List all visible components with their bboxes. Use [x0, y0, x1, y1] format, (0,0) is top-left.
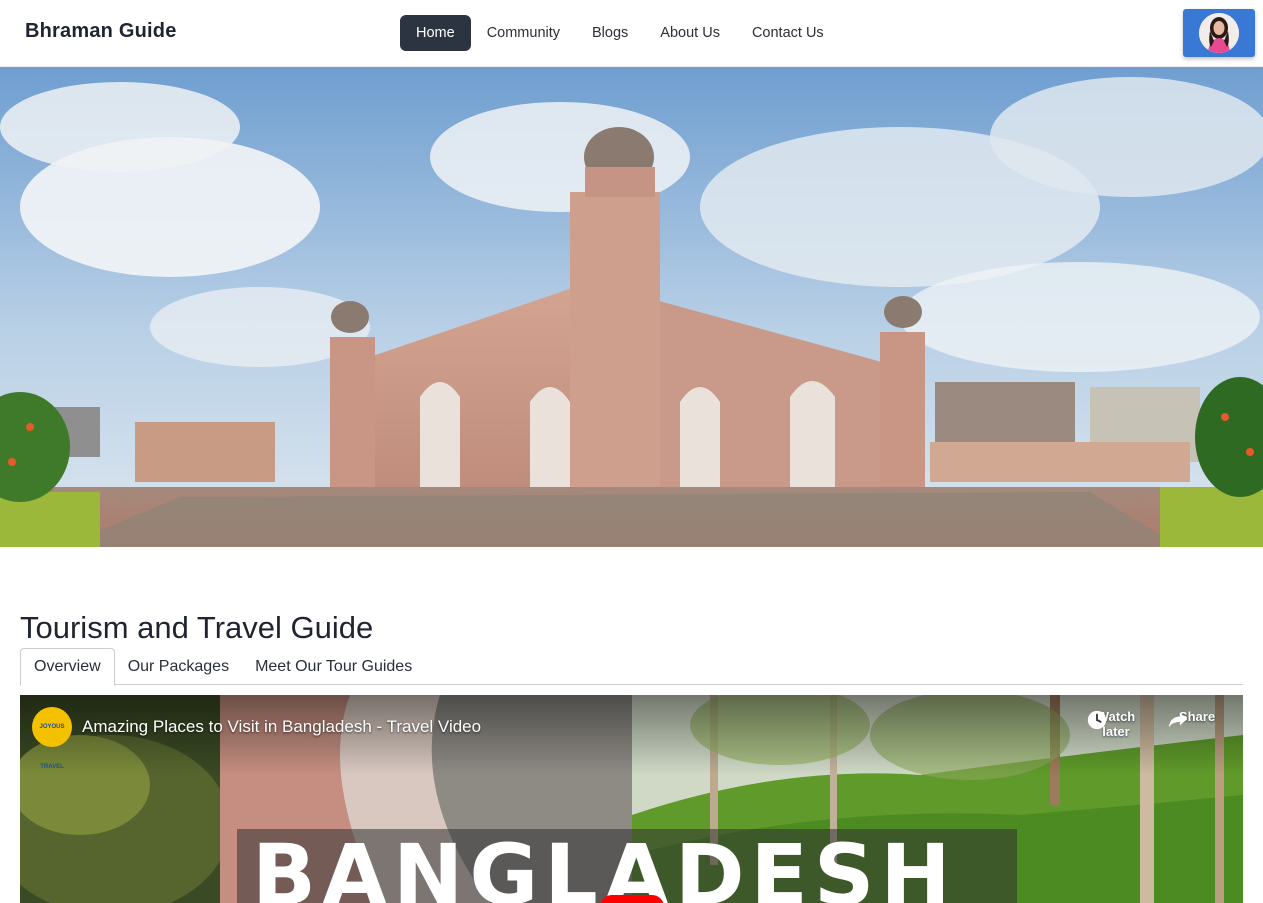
clock-icon [1087, 710, 1107, 730]
video-banner-text: BANGLADESH [252, 826, 957, 903]
user-avatar [1199, 13, 1239, 53]
guide-tabs: Overview Our Packages Meet Our Tour Guid… [20, 648, 1243, 686]
nav-link-contact-us[interactable]: Contact Us [736, 15, 840, 51]
nav-links: Home Community Blogs About Us Contact Us [400, 15, 840, 51]
watch-later-button[interactable]: Watch later [1086, 709, 1146, 739]
section-title: Tourism and Travel Guide [20, 610, 374, 645]
hero-banner-image [0, 67, 1263, 547]
tab-our-packages[interactable]: Our Packages [115, 648, 242, 685]
youtube-video-embed[interactable]: JOYOUS TRAVEL Amazing Places to Visit in… [20, 695, 1243, 903]
video-title[interactable]: Amazing Places to Visit in Bangladesh - … [82, 717, 481, 737]
tab-meet-our-tour-guides[interactable]: Meet Our Tour Guides [242, 648, 425, 685]
brand-logo-text[interactable]: Bhraman Guide [25, 20, 177, 43]
tab-overview[interactable]: Overview [20, 648, 115, 686]
top-navbar: Bhraman Guide Home Community Blogs About… [0, 0, 1263, 67]
nav-link-community[interactable]: Community [471, 15, 576, 51]
profile-button[interactable] [1183, 9, 1255, 57]
nav-link-blogs[interactable]: Blogs [576, 15, 644, 51]
nav-link-home[interactable]: Home [400, 15, 471, 51]
channel-logo[interactable]: JOYOUS TRAVEL [32, 707, 72, 770]
share-icon [1168, 712, 1188, 728]
share-button[interactable]: Share [1167, 709, 1227, 728]
youtube-play-icon[interactable] [600, 895, 664, 903]
nav-link-about-us[interactable]: About Us [644, 15, 736, 51]
